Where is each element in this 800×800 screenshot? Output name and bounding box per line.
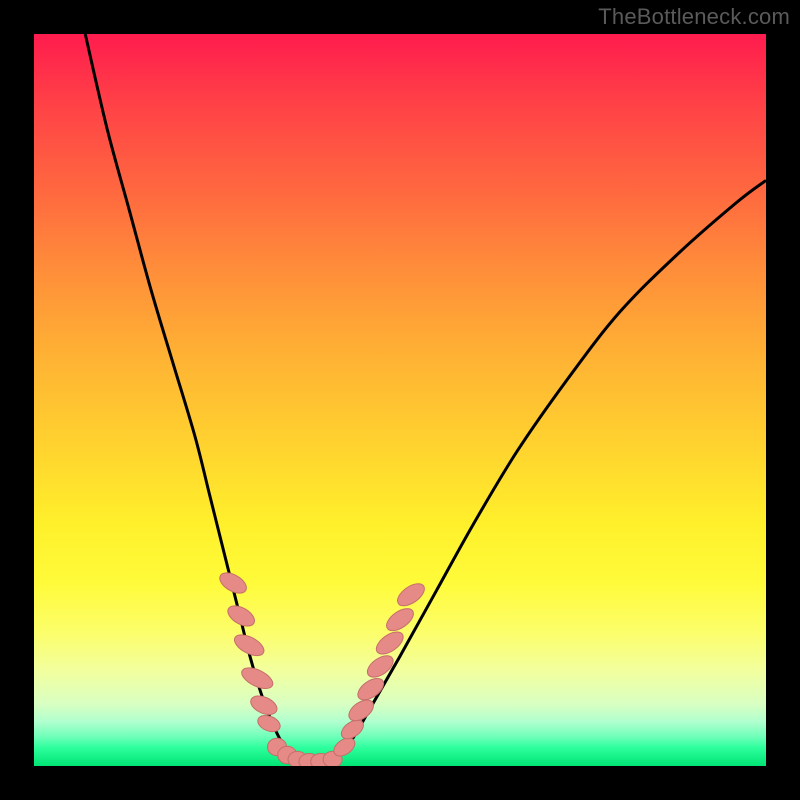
bead	[248, 692, 280, 718]
bead	[394, 579, 428, 610]
plot-area	[34, 34, 766, 766]
bottleneck-curve	[85, 34, 766, 764]
bead	[364, 651, 397, 681]
bead	[354, 674, 387, 704]
watermark-text: TheBottleneck.com	[598, 4, 790, 30]
bead	[383, 604, 417, 635]
chart-frame: TheBottleneck.com	[0, 0, 800, 800]
bead	[239, 664, 276, 693]
curve-beads	[216, 569, 428, 766]
curve-svg	[34, 34, 766, 766]
bead	[255, 712, 282, 734]
